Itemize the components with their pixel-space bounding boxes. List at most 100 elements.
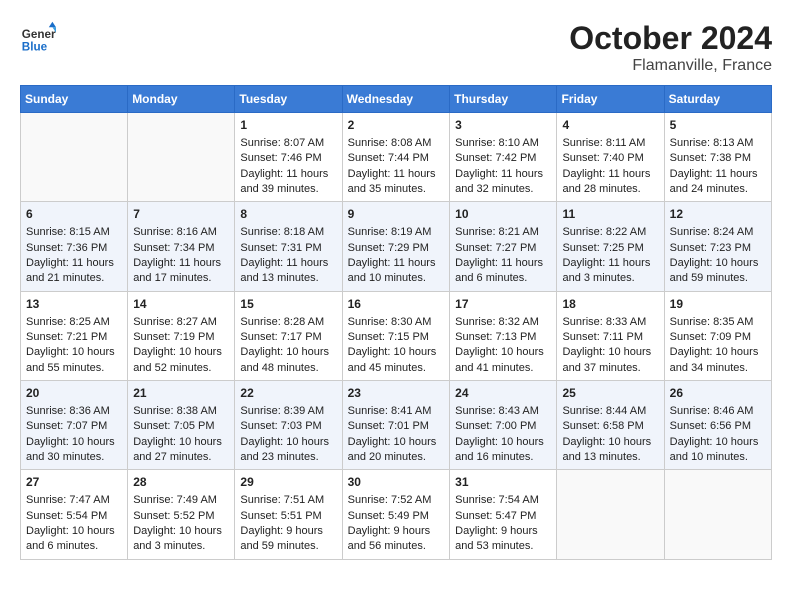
calendar-cell: 7Sunrise: 8:16 AMSunset: 7:34 PMDaylight…	[128, 202, 235, 291]
column-header-sunday: Sunday	[21, 86, 128, 113]
calendar-cell: 22Sunrise: 8:39 AMSunset: 7:03 PMDayligh…	[235, 381, 342, 470]
day-info: Sunset: 7:27 PM	[455, 241, 551, 256]
calendar-cell: 6Sunrise: 8:15 AMSunset: 7:36 PMDaylight…	[21, 202, 128, 291]
calendar-cell: 28Sunrise: 7:49 AMSunset: 5:52 PMDayligh…	[128, 470, 235, 559]
day-number: 23	[348, 385, 445, 402]
day-info: Sunset: 7:03 PM	[240, 419, 336, 434]
day-info: Sunrise: 8:19 AM	[348, 225, 445, 240]
day-info: Sunset: 7:01 PM	[348, 419, 445, 434]
day-info: Sunrise: 8:46 AM	[670, 404, 766, 419]
day-info: Sunrise: 7:49 AM	[133, 493, 229, 508]
day-info: Sunset: 7:00 PM	[455, 419, 551, 434]
day-number: 27	[26, 474, 122, 491]
column-header-friday: Friday	[557, 86, 664, 113]
day-info: Daylight: 11 hours and 17 minutes.	[133, 256, 229, 287]
calendar-cell: 4Sunrise: 8:11 AMSunset: 7:40 PMDaylight…	[557, 113, 664, 202]
calendar-week-row: 1Sunrise: 8:07 AMSunset: 7:46 PMDaylight…	[21, 113, 772, 202]
day-info: Sunrise: 8:15 AM	[26, 225, 122, 240]
calendar-cell: 20Sunrise: 8:36 AMSunset: 7:07 PMDayligh…	[21, 381, 128, 470]
day-info: Daylight: 10 hours and 41 minutes.	[455, 345, 551, 376]
calendar-table: SundayMondayTuesdayWednesdayThursdayFrid…	[20, 85, 772, 560]
column-header-monday: Monday	[128, 86, 235, 113]
day-info: Sunset: 7:21 PM	[26, 330, 122, 345]
day-info: Sunrise: 7:51 AM	[240, 493, 336, 508]
calendar-cell: 5Sunrise: 8:13 AMSunset: 7:38 PMDaylight…	[664, 113, 771, 202]
day-info: Daylight: 11 hours and 39 minutes.	[240, 167, 336, 198]
calendar-cell: 23 Sunrise: 8:41 AMSunset: 7:01 PMDayligh…	[342, 381, 450, 470]
calendar-cell: 11Sunrise: 8:22 AMSunset: 7:25 PMDayligh…	[557, 202, 664, 291]
day-info: Sunset: 7:15 PM	[348, 330, 445, 345]
day-info: Daylight: 10 hours and 59 minutes.	[670, 256, 766, 287]
day-info: Sunrise: 8:43 AM	[455, 404, 551, 419]
day-number: 13	[26, 296, 122, 313]
day-info: Sunrise: 8:41 AM	[348, 404, 445, 419]
column-header-saturday: Saturday	[664, 86, 771, 113]
day-info: Sunrise: 8:10 AM	[455, 136, 551, 151]
day-info: Sunrise: 8:33 AM	[562, 315, 658, 330]
calendar-cell: 9Sunrise: 8:19 AMSunset: 7:29 PMDaylight…	[342, 202, 450, 291]
day-info: Sunrise: 8:27 AM	[133, 315, 229, 330]
day-info: Daylight: 10 hours and 55 minutes.	[26, 345, 122, 376]
day-info: Sunset: 5:49 PM	[348, 509, 445, 524]
calendar-cell: 26Sunrise: 8:46 AMSunset: 6:56 PMDayligh…	[664, 381, 771, 470]
calendar-header-row: SundayMondayTuesdayWednesdayThursdayFrid…	[21, 86, 772, 113]
day-info: Sunset: 7:46 PM	[240, 151, 336, 166]
month-title: October 2024	[569, 20, 772, 57]
day-info: Sunset: 7:09 PM	[670, 330, 766, 345]
day-info: Daylight: 10 hours and 3 minutes.	[133, 524, 229, 555]
calendar-cell	[21, 113, 128, 202]
day-number: 9	[348, 206, 445, 223]
day-info: Sunset: 7:13 PM	[455, 330, 551, 345]
column-header-wednesday: Wednesday	[342, 86, 450, 113]
day-number: 31	[455, 474, 551, 491]
day-number: 22	[240, 385, 336, 402]
calendar-cell: 12Sunrise: 8:24 AMSunset: 7:23 PMDayligh…	[664, 202, 771, 291]
day-info: Daylight: 11 hours and 21 minutes.	[26, 256, 122, 287]
day-info: Daylight: 11 hours and 13 minutes.	[240, 256, 336, 287]
day-info: Sunrise: 7:47 AM	[26, 493, 122, 508]
day-info: Sunset: 7:40 PM	[562, 151, 658, 166]
day-info: Daylight: 10 hours and 10 minutes.	[670, 435, 766, 466]
day-info: Daylight: 10 hours and 13 minutes.	[562, 435, 658, 466]
calendar-cell: 1Sunrise: 8:07 AMSunset: 7:46 PMDaylight…	[235, 113, 342, 202]
day-number: 7	[133, 206, 229, 223]
calendar-cell: 21Sunrise: 8:38 AMSunset: 7:05 PMDayligh…	[128, 381, 235, 470]
day-info: Sunset: 7:11 PM	[562, 330, 658, 345]
day-info: Sunset: 7:42 PM	[455, 151, 551, 166]
day-number: 29	[240, 474, 336, 491]
day-number: 30	[348, 474, 445, 491]
title-block: October 2024 Flamanville, France	[569, 20, 772, 75]
day-info: Sunrise: 7:54 AM	[455, 493, 551, 508]
day-info: Sunrise: 8:35 AM	[670, 315, 766, 330]
day-info: Daylight: 11 hours and 3 minutes.	[562, 256, 658, 287]
day-info: Daylight: 11 hours and 28 minutes.	[562, 167, 658, 198]
day-info: Daylight: 10 hours and 27 minutes.	[133, 435, 229, 466]
day-info: Daylight: 10 hours and 16 minutes.	[455, 435, 551, 466]
day-number: 6	[26, 206, 122, 223]
day-number: 16	[348, 296, 445, 313]
calendar-cell: 24Sunrise: 8:43 AMSunset: 7:00 PMDayligh…	[450, 381, 557, 470]
day-number: 10	[455, 206, 551, 223]
calendar-cell: 3Sunrise: 8:10 AMSunset: 7:42 PMDaylight…	[450, 113, 557, 202]
calendar-cell: 25Sunrise: 8:44 AMSunset: 6:58 PMDayligh…	[557, 381, 664, 470]
calendar-week-row: 6Sunrise: 8:15 AMSunset: 7:36 PMDaylight…	[21, 202, 772, 291]
day-number: 21	[133, 385, 229, 402]
day-info: Sunset: 5:51 PM	[240, 509, 336, 524]
day-info: Sunrise: 8:13 AM	[670, 136, 766, 151]
calendar-week-row: 20Sunrise: 8:36 AMSunset: 7:07 PMDayligh…	[21, 381, 772, 470]
day-number: 12	[670, 206, 766, 223]
day-info: Sunrise: 8:25 AM	[26, 315, 122, 330]
day-info: Sunrise: 8:30 AM	[348, 315, 445, 330]
day-info: Sunset: 7:23 PM	[670, 241, 766, 256]
day-number: 4	[562, 117, 658, 134]
day-info: Daylight: 11 hours and 32 minutes.	[455, 167, 551, 198]
day-info: Daylight: 10 hours and 20 minutes.	[348, 435, 445, 466]
day-info: Sunset: 7:05 PM	[133, 419, 229, 434]
calendar-cell: 13 Sunrise: 8:25 AMSunset: 7:21 PMDayligh…	[21, 291, 128, 380]
day-info: Daylight: 10 hours and 52 minutes.	[133, 345, 229, 376]
day-info: Sunrise: 8:18 AM	[240, 225, 336, 240]
day-info: Daylight: 10 hours and 37 minutes.	[562, 345, 658, 376]
calendar-cell: 8Sunrise: 8:18 AMSunset: 7:31 PMDaylight…	[235, 202, 342, 291]
day-info: Daylight: 11 hours and 24 minutes.	[670, 167, 766, 198]
day-number: 19	[670, 296, 766, 313]
